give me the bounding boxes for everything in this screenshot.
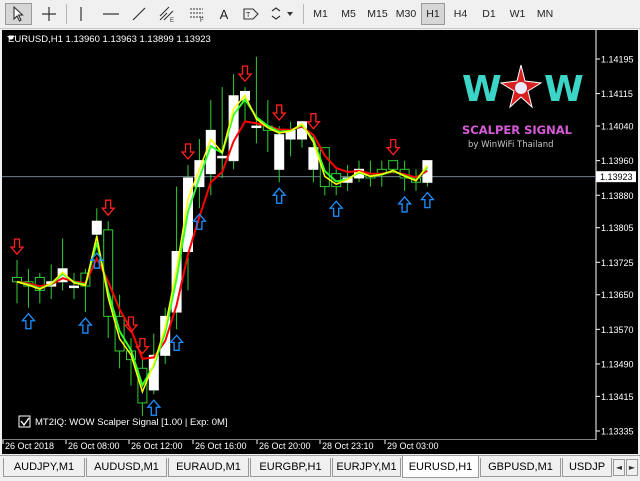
candle-body	[251, 125, 262, 129]
price-label: 1.13490	[601, 359, 634, 369]
vertical-line-icon[interactable]	[70, 3, 92, 25]
price-label: 1.13880	[601, 191, 634, 201]
horizontal-line-icon[interactable]	[98, 3, 124, 25]
tab-audusd-m1[interactable]: AUDUSD,M1	[86, 458, 167, 477]
timeframe-m15[interactable]: M15	[364, 3, 391, 25]
cursor-icon[interactable]	[5, 3, 32, 25]
tab-gbpusd-m1[interactable]: GBPUSD,M1	[480, 458, 561, 477]
chart-plot-area	[2, 30, 595, 440]
tab-eurjpy-m1[interactable]: EURJPY,M1	[332, 458, 401, 477]
price-label: 1.14040	[601, 122, 634, 132]
timeframe-h1[interactable]: H1	[421, 3, 445, 25]
price-label: 1.13570	[601, 325, 634, 335]
price-label: 1.13415	[601, 392, 634, 402]
time-label: 26 Oct 08:00	[68, 441, 120, 451]
price-label: 1.13805	[601, 223, 634, 233]
price-label: 1.14195	[601, 55, 634, 65]
logo-subtitle: by WinWiFi Thailand	[468, 140, 554, 150]
tab-eurusd-h1[interactable]: EURUSD,H1	[402, 456, 479, 478]
candle-body	[194, 160, 205, 188]
shapes-icon[interactable]	[266, 3, 298, 25]
candle-body	[217, 155, 228, 159]
chart-tabs-bar: AUDJPY,M1 AUDUSD,M1 EURAUD,M1 EURGBP,H1 EURJ…	[0, 455, 640, 481]
timeframe-m1[interactable]: M1	[308, 3, 333, 25]
price-label: 1.14115	[601, 89, 633, 99]
timeframe-mn[interactable]: MN	[533, 3, 557, 25]
time-label: 29 Oct 03:00	[387, 441, 439, 451]
candle-body	[388, 160, 399, 170]
candle-body	[12, 276, 22, 283]
time-label: 26 Oct 16:00	[195, 441, 247, 451]
time-label: 26 Oct 12:00	[131, 441, 183, 451]
tab-eurgbp-h1[interactable]: EURGBP,H1	[250, 458, 331, 477]
svg-text:T: T	[246, 12, 251, 19]
tab-scroll-left-icon[interactable]: ◄	[613, 459, 625, 476]
tab-usdjp[interactable]: USDJP	[562, 458, 612, 477]
candle-body	[274, 134, 285, 170]
svg-text:F: F	[200, 18, 204, 23]
price-chart[interactable]: 1.14195 1.14115 1.14040 1.13960 1.13880 1.138…	[0, 29, 640, 454]
symbol-header: EURUSD,H1 1.13960 1.13963 1.13899 1.1392…	[8, 34, 211, 45]
tab-euraud-m1[interactable]: EURAUD,M1	[168, 458, 249, 477]
logo-title: SCALPER SIGNAL	[462, 123, 573, 137]
trendline-icon[interactable]	[128, 3, 150, 25]
text-icon[interactable]: A	[214, 3, 234, 25]
svg-text:E: E	[170, 18, 174, 23]
candle-body	[91, 220, 102, 235]
price-label: 1.13725	[601, 258, 634, 268]
tab-audjpy-m1[interactable]: AUDJPY,M1	[3, 458, 85, 477]
timeframe-m5[interactable]: M5	[335, 3, 362, 25]
crosshair-icon[interactable]	[35, 3, 62, 25]
timeframe-d1[interactable]: D1	[476, 3, 502, 25]
fibonacci-icon[interactable]: F	[184, 3, 210, 25]
tab-scroll-right-icon[interactable]: ►	[626, 459, 638, 476]
equidistant-channel-icon[interactable]: E	[154, 3, 180, 25]
price-label: 1.13960	[601, 156, 634, 166]
logo-letter-right: W	[544, 69, 584, 110]
timeframe-w1[interactable]: W1	[504, 3, 531, 25]
time-label: 26 Oct 2018	[5, 441, 54, 451]
time-label: 26 Oct 20:00	[259, 441, 311, 451]
indicator-label: MT2IQ: WOW Scalper Signal [1.00 | Exp: 0…	[35, 417, 228, 428]
candle-body	[69, 285, 79, 289]
timeframe-m30[interactable]: M30	[393, 3, 419, 25]
current-price-text: 1.13923	[600, 172, 633, 182]
label-icon[interactable]: T	[240, 3, 262, 25]
logo-letter-left: W	[462, 69, 502, 110]
price-label: 1.13650	[601, 290, 634, 300]
toolbar: E F A T M1 M5 M15 M30 H1 H4 D1 W1 MN	[0, 0, 640, 29]
time-label: 28 Oct 23:10	[322, 441, 374, 451]
timeframe-h4[interactable]: H4	[447, 3, 474, 25]
price-label: 1.13335	[601, 427, 634, 437]
